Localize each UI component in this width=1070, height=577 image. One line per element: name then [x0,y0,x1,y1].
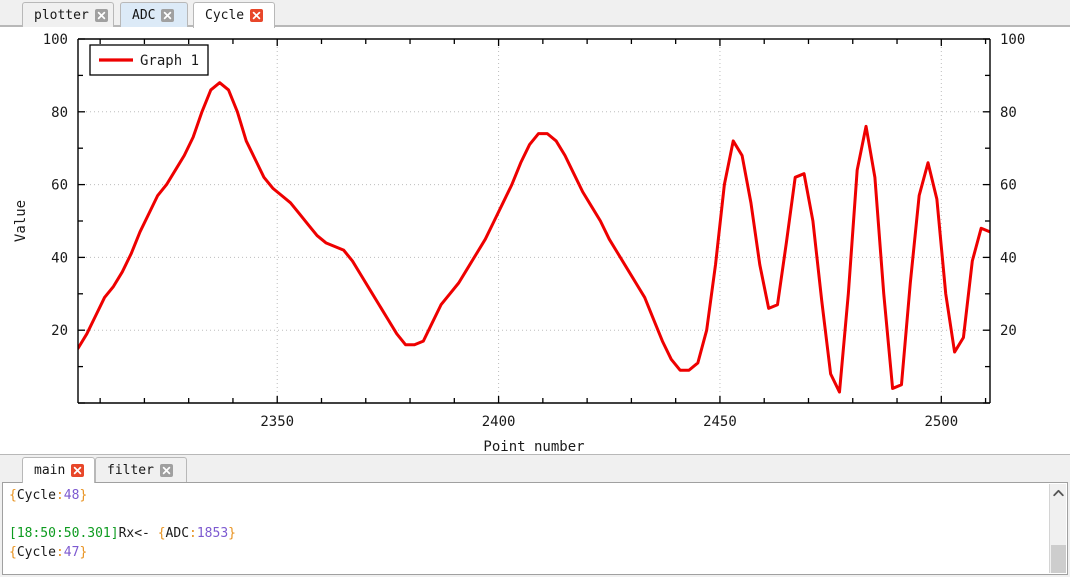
console-brace-close: } [228,526,236,541]
console-key: ADC [165,526,190,541]
y-tick-label-left: 60 [51,178,68,194]
scrollbar-thumb[interactable] [1051,545,1066,573]
plotter-window: plotter ADC Cycle 20 20 40 40 60 60 80 80 100 100 23… [0,0,1070,577]
x-tick-label: 2500 [924,414,958,430]
plot-panel: plotter ADC Cycle 20 20 40 40 60 60 80 80 100 100 23… [0,0,1070,455]
plot-tab-label: ADC [132,7,156,23]
console-tab-close-button[interactable] [159,463,173,477]
plot-tab-label: plotter [34,7,89,23]
console-key: Cycle [16,488,56,503]
console-tab-filter[interactable]: filter [95,457,187,482]
console-tab-bar: main filter [0,455,1070,483]
y-tick-label-left: 40 [51,250,68,266]
y-tick-label-left: 20 [51,323,68,339]
y-tick-label-right: 60 [1000,178,1017,194]
plot-tab-close-button[interactable] [250,9,264,22]
x-tick-label: 2350 [260,414,294,430]
console-colon: : [189,526,197,541]
console-value: 47 [63,545,80,560]
plot-tab-close-button[interactable] [94,8,108,22]
chart-series-graph-1 [78,81,990,394]
y-tick-label-left: 100 [43,32,68,48]
console-direction: Rx<- [118,526,150,541]
close-icon [252,11,261,20]
console-line: {Cycle:47} [9,543,1047,562]
line-chart: 20 20 40 40 60 60 80 80 100 100 2350 2400 2450 2500 Po… [13,32,1025,454]
close-icon [74,466,82,475]
close-icon [162,466,171,474]
console-brace-close: } [79,488,88,503]
y-tick-label-left: 80 [51,105,68,121]
console-tab-close-button[interactable] [71,464,85,477]
chart-legend: Graph 1 [89,44,209,76]
console-panel: main filter {Cycle:48} [18:50:50.301]Rx<- … [0,455,1070,577]
plot-tab-plotter[interactable]: plotter [22,2,114,27]
console-tab-label: main [34,463,66,478]
close-icon [164,11,172,19]
scroll-up-button[interactable] [1050,484,1067,501]
y-axis-title: Value [13,200,29,242]
plot-tab-adc[interactable]: ADC [120,2,188,27]
console-tab-label: filter [107,462,154,478]
console-value: 1853 [196,526,229,541]
console-line: {Cycle:48} [9,486,1047,505]
x-tick-label: 2400 [482,414,516,430]
console-tab-main[interactable]: main [22,457,95,483]
console-timestamp: [18:50:50.301] [9,526,119,541]
console-log-text: {Cycle:48} [18:50:50.301]Rx<- {ADC:1853}{… [9,486,1047,562]
chevron-up-icon [1053,489,1064,496]
console-output[interactable]: {Cycle:48} [18:50:50.301]Rx<- {ADC:1853}{… [2,482,1068,575]
console-brace-open: { [9,488,17,503]
console-colon: : [55,545,64,560]
console-brace-open: { [157,526,166,541]
plot-tab-cycle[interactable]: Cycle [193,2,275,28]
x-axis-title: Point number [483,439,584,454]
console-space [150,526,158,541]
console-brace-open: { [9,545,17,560]
console-value: 48 [63,488,80,503]
plot-tab-close-button[interactable] [161,8,175,22]
console-vertical-scrollbar[interactable] [1049,484,1066,573]
y-tick-label-right: 40 [1000,250,1017,266]
y-tick-label-right: 80 [1000,105,1017,121]
console-colon: : [55,488,64,503]
plot-canvas[interactable]: 20 20 40 40 60 60 80 80 100 100 2350 2400 2450 2500 Po… [0,27,1070,455]
console-key: Cycle [16,545,56,560]
plot-tab-bar: plotter ADC Cycle [0,0,1070,28]
legend-label-graph-1: Graph 1 [140,53,199,69]
plot-tab-label: Cycle [205,8,245,23]
console-line: [18:50:50.301]Rx<- {ADC:1853} [9,524,1047,543]
x-tick-label: 2450 [703,414,737,430]
y-tick-label-right: 20 [1000,323,1017,339]
close-icon [97,11,106,19]
y-tick-label-right: 100 [1000,32,1025,48]
console-brace-close: } [79,545,88,560]
